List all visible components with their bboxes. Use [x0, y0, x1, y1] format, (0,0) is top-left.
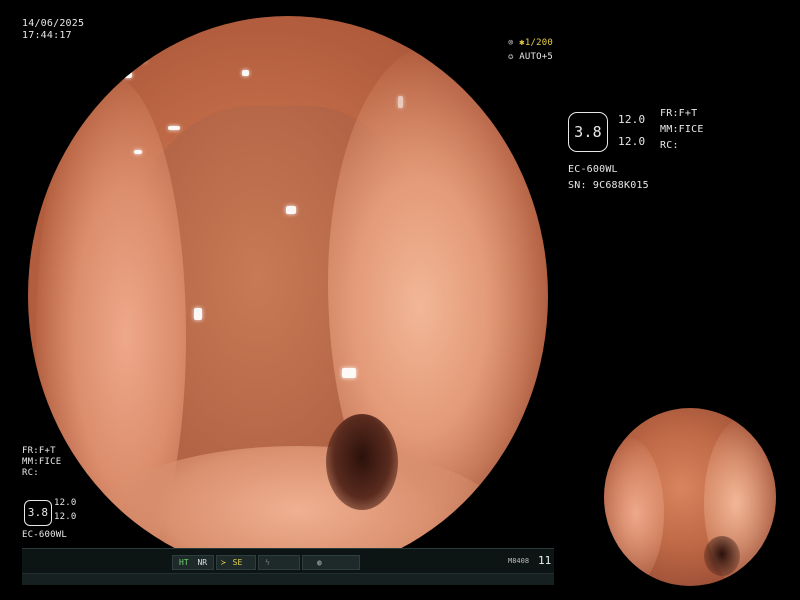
freeze-icon: ϟ: [265, 558, 270, 567]
exposure-indicators: ⊗ ✱1/200 ✪ AUTO+5: [508, 36, 553, 64]
status-bar-top-row: HT NR ≻ SE ϟ ◍ M8408 11: [22, 551, 554, 571]
scope-serial: SN: 9C688K015: [568, 180, 649, 191]
scope-info-panel: 3.8 12.0 12.0 FR:F+T MM:FICE RC: EC-600W…: [566, 108, 766, 198]
structure-enhance-indicator[interactable]: ≻ SE: [216, 555, 256, 570]
light-reflection: [168, 126, 180, 130]
light-reflection: [286, 206, 296, 214]
nr-label: NR: [197, 558, 208, 567]
mm-mode: MM:FICE: [22, 457, 62, 467]
left-info-panel: FR:F+T MM:FICE RC: 3.8 12.0 12.0 EC-600W…: [22, 446, 142, 546]
fr-mode: FR:F+T: [22, 446, 56, 456]
status-bar-bottom-row: [22, 573, 554, 585]
param-value-2: 12.0: [618, 135, 646, 148]
light-reflection: [194, 308, 202, 320]
aperture-icon: ⊗: [508, 38, 514, 48]
machine-code: M8408: [508, 557, 530, 565]
frame-number: 11: [538, 554, 552, 567]
time-label: 17:44:17: [22, 30, 72, 41]
auto-exposure-icon: ✪: [508, 52, 514, 62]
freeze-indicator[interactable]: ϟ: [258, 555, 300, 570]
scope-model: EC-600WL: [22, 530, 67, 540]
status-bar: HT NR ≻ SE ϟ ◍ M8408 11: [22, 548, 554, 585]
lumen: [326, 414, 398, 510]
param-value-1: 12.0: [54, 498, 77, 508]
rc-mode: RC:: [22, 468, 39, 478]
light-reflection: [342, 368, 356, 378]
ht-nr-indicator[interactable]: HT NR: [172, 555, 214, 570]
ht-label: HT: [179, 558, 189, 567]
date-label: 14/06/2025: [22, 18, 85, 29]
mm-mode: MM:FICE: [660, 124, 704, 135]
mucosal-fold-left: [604, 438, 664, 586]
record-indicator[interactable]: ◍: [302, 555, 360, 570]
shutter-speed: 1/200: [524, 38, 553, 48]
light-reflection: [398, 96, 403, 108]
light-reflection: [128, 44, 138, 50]
light-reflection: [140, 56, 146, 62]
zoom-hex-badge: 3.8: [24, 500, 52, 526]
fr-mode: FR:F+T: [660, 108, 698, 119]
se-label: SE: [232, 558, 243, 567]
auto-level: AUTO+5: [519, 52, 553, 62]
endoscope-thumbnail-view[interactable]: [604, 408, 776, 586]
light-reflection: [124, 72, 132, 78]
light-reflection: [242, 70, 249, 76]
record-icon: ◍: [317, 558, 322, 567]
light-reflection: [134, 150, 142, 154]
param-value-2: 12.0: [54, 512, 77, 522]
structure-enhance-icon: ≻: [221, 558, 226, 567]
lumen: [704, 536, 740, 576]
param-value-1: 12.0: [618, 113, 646, 126]
rc-mode: RC:: [660, 140, 679, 151]
zoom-hex-badge: 3.8: [568, 112, 608, 152]
scope-model: EC-600WL: [568, 164, 618, 175]
timestamp: 14/06/2025 17:44:17: [22, 18, 84, 42]
